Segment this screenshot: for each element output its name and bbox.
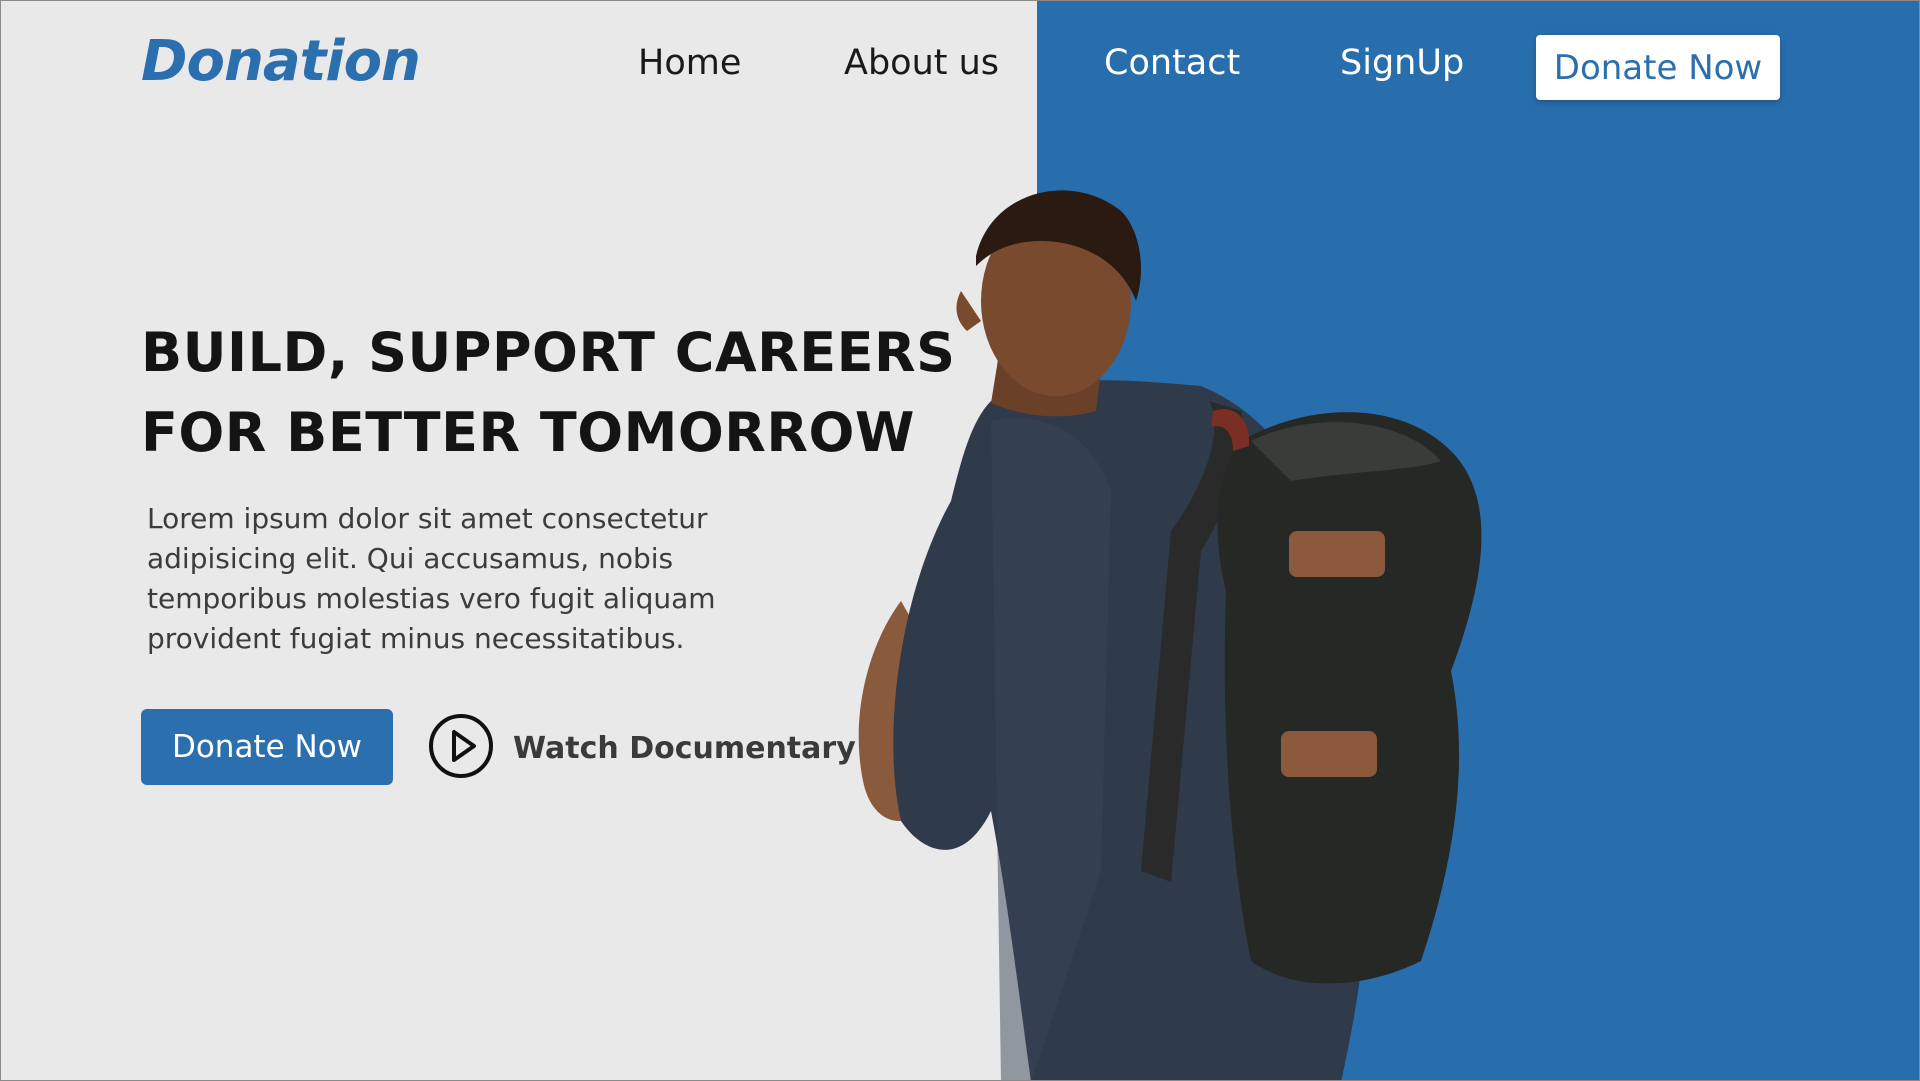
play-circle-icon[interactable] <box>427 712 495 785</box>
watch-documentary-label: Watch Documentary <box>513 730 856 766</box>
nav-about-link[interactable]: About us <box>844 41 999 85</box>
brand-logo[interactable]: Donation <box>141 29 421 94</box>
page-frame: Donation Home About us Contact SignUp Do… <box>0 0 1920 1081</box>
nav-donate-now-button[interactable]: Donate Now <box>1536 35 1780 100</box>
hero-person-image <box>841 171 1621 1080</box>
hero-headline-line-1: BUILD, SUPPORT CAREERS <box>141 321 956 384</box>
nav-signup-link[interactable]: SignUp <box>1340 41 1464 85</box>
nav-home-link[interactable]: Home <box>638 41 741 85</box>
hero-donate-now-button[interactable]: Donate Now <box>141 709 393 785</box>
hero-description: Lorem ipsum dolor sit amet consectetur a… <box>147 502 716 655</box>
nav-contact-link[interactable]: Contact <box>1104 41 1240 85</box>
hero-headline-line-2: FOR BETTER TOMORROW <box>141 401 915 464</box>
watch-documentary-link[interactable]: Watch Documentary <box>427 713 856 783</box>
hero-headline: BUILD, SUPPORT CAREERS FOR BETTER TOMORR… <box>141 313 956 473</box>
